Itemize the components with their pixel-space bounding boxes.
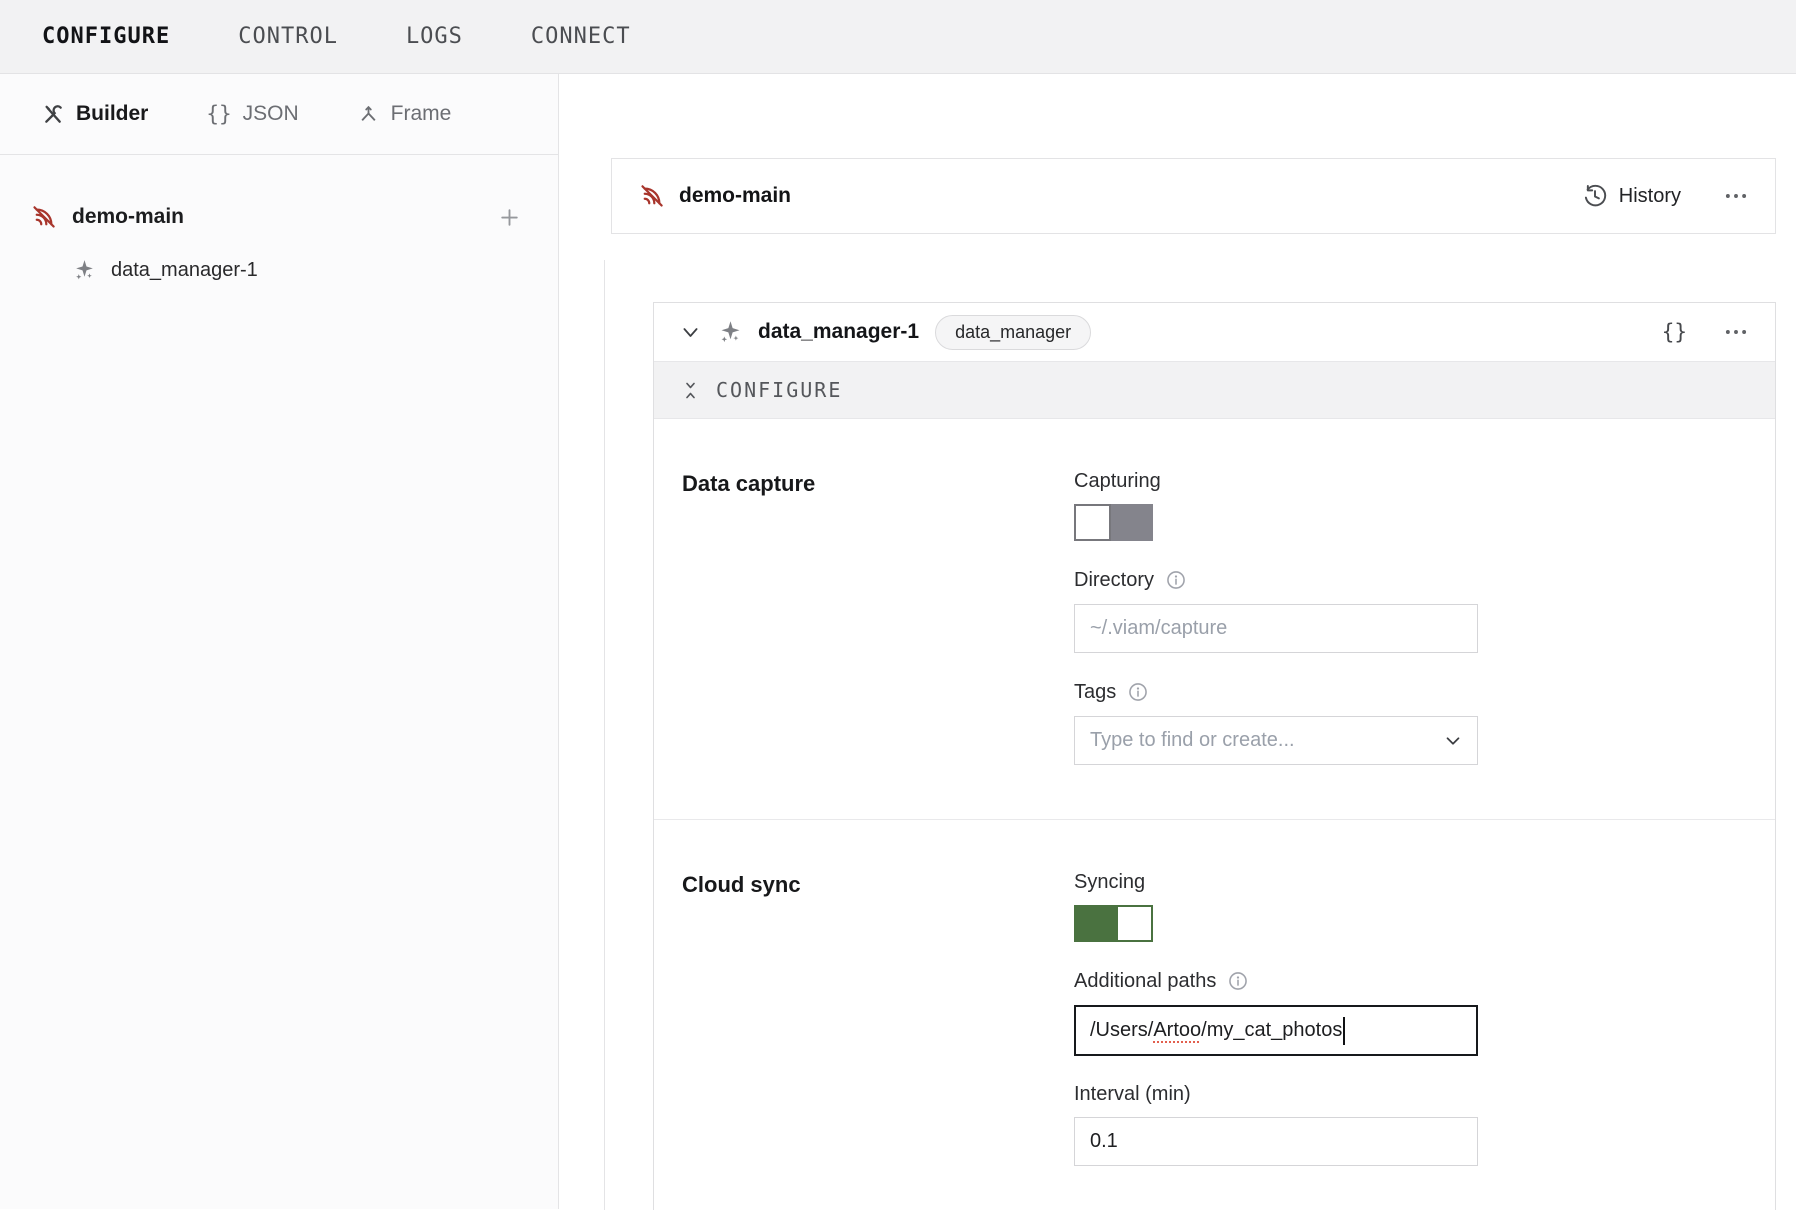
collapse-chevron-icon[interactable] [680,322,701,343]
additional-paths-label-row: Additional paths [1074,970,1478,992]
component-menu-button[interactable] [1723,319,1749,345]
tags-input[interactable] [1074,716,1478,765]
toggle-track [1111,504,1153,541]
offline-wifi-icon [30,204,57,231]
info-icon[interactable] [1127,681,1149,703]
toggle-knob [1116,905,1153,942]
mode-tab-frame[interactable]: Frame [357,102,452,126]
section-heading: Cloud sync [682,872,1074,1166]
interval-input[interactable] [1074,1117,1478,1166]
component-type-badge: data_manager [935,315,1091,350]
path-suffix: /my_cat_photos [1201,1019,1342,1042]
directory-label-row: Directory [1074,569,1478,591]
text-cursor [1343,1017,1345,1045]
tree-item-machine[interactable]: demo-main [0,193,558,241]
path-prefix: /Users/ [1090,1019,1153,1042]
main-panel: demo-main History [559,74,1796,1209]
capturing-toggle[interactable] [1074,504,1153,541]
capturing-label: Capturing [1074,471,1161,491]
component-title: data_manager-1 [758,320,919,344]
configure-bar-label: CONFIGURE [716,378,842,402]
sidebar: Builder {} JSON Frame [0,74,559,1209]
toggle-knob [1074,504,1111,541]
history-icon [1582,183,1608,209]
collapse-section-icon [680,380,701,401]
mode-tab-label: JSON [243,102,299,126]
braces-icon: {} [206,102,231,126]
directory-label: Directory [1074,570,1154,590]
part-container: data_manager-1 data_manager {} [604,260,1776,1210]
sparkles-icon [717,319,744,346]
tab-logs[interactable]: LOGS [406,24,463,49]
tab-control[interactable]: CONTROL [238,24,338,49]
component-name: data_manager-1 [111,259,258,282]
component-card-header: data_manager-1 data_manager {} [654,303,1775,361]
mode-toolbar: Builder {} JSON Frame [0,74,558,155]
configure-section-bar[interactable]: CONFIGURE [654,361,1775,419]
syncing-toggle[interactable] [1074,905,1153,942]
cloud-sync-section: Cloud sync Syncing Additional paths [654,819,1775,1210]
data-manager-card: data_manager-1 data_manager {} [653,302,1776,1210]
additional-paths-label: Additional paths [1074,971,1216,991]
mode-tab-json[interactable]: {} JSON [206,102,298,126]
tab-configure[interactable]: CONFIGURE [42,24,170,49]
data-capture-section: Data capture Capturing Directory [654,419,1775,819]
mode-tab-label: Builder [76,102,148,126]
view-json-button[interactable]: {} [1662,320,1687,344]
machine-tree: demo-main data_manager-1 [0,155,558,293]
sparkles-icon [72,258,97,283]
tab-connect[interactable]: CONNECT [531,24,631,49]
tags-label: Tags [1074,682,1116,702]
top-nav: CONFIGURE CONTROL LOGS CONNECT [0,0,1796,74]
directory-input[interactable] [1074,604,1478,653]
tree-item-data-manager[interactable]: data_manager-1 [0,247,558,293]
offline-wifi-icon [638,183,665,210]
machine-title: demo-main [679,184,791,208]
toggle-track [1074,905,1116,942]
machine-menu-button[interactable] [1723,183,1749,209]
section-heading: Data capture [682,471,1074,765]
tags-label-row: Tags [1074,681,1478,703]
path-misspelled-word: Artoo [1153,1019,1201,1042]
machine-header-card: demo-main History [611,158,1776,234]
frame-icon [357,103,380,126]
syncing-label-row: Syncing [1074,872,1478,892]
tags-select[interactable] [1074,716,1478,765]
syncing-label: Syncing [1074,872,1145,892]
mode-tab-builder[interactable]: Builder [42,102,148,126]
info-icon[interactable] [1165,569,1187,591]
tools-icon [42,103,65,126]
add-component-button[interactable] [497,205,522,230]
info-icon[interactable] [1227,970,1249,992]
mode-tab-label: Frame [391,102,452,126]
interval-label-row: Interval (min) [1074,1084,1478,1104]
history-button[interactable]: History [1582,183,1681,209]
capturing-label-row: Capturing [1074,471,1478,491]
machine-name: demo-main [72,205,184,229]
additional-paths-input[interactable]: /Users/Artoo/my_cat_photos [1074,1005,1478,1056]
interval-label: Interval (min) [1074,1084,1191,1104]
history-label: History [1619,185,1681,208]
